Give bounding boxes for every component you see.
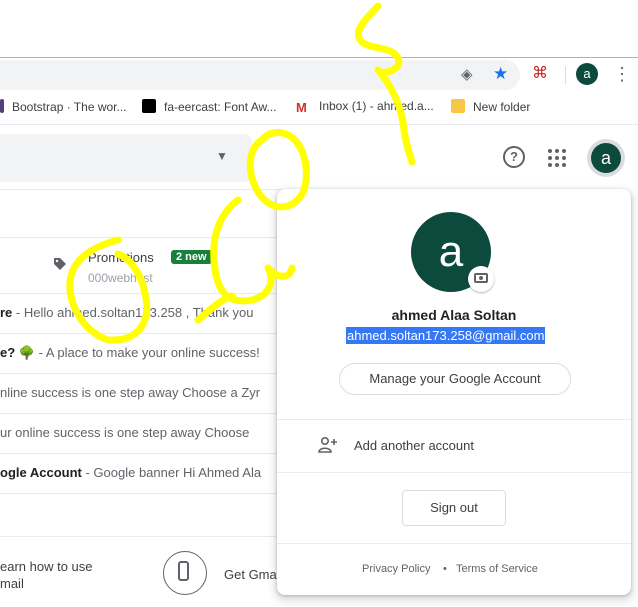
row-snippet: ur online success is one step away Choos… <box>0 425 250 440</box>
camera-lens <box>479 276 483 280</box>
divider <box>0 453 300 454</box>
account-avatar[interactable]: a <box>591 143 621 173</box>
privacy-policy-link[interactable]: Privacy Policy <box>362 563 430 575</box>
star-icon[interactable]: ★ <box>493 65 508 82</box>
divider <box>277 472 631 473</box>
get-gmail-link[interactable]: Get Gma <box>224 567 277 582</box>
manage-account-button[interactable]: Manage your Google Account <box>339 363 571 395</box>
apps-grid-icon[interactable] <box>548 149 566 167</box>
profile-avatar-icon[interactable]: a <box>576 63 598 85</box>
bookmark-font-awesome[interactable]: fa-eercast: Font Aw... <box>142 99 277 114</box>
row-sender: re <box>0 305 13 320</box>
divider <box>0 237 300 238</box>
view-icon[interactable]: ◈ <box>461 67 473 82</box>
row-sender: ogle Account <box>0 465 82 480</box>
table-row[interactable]: re - Hello ahmed.soltan173.258 , Thank y… <box>0 305 290 320</box>
add-account-button[interactable]: Add another account <box>354 438 474 453</box>
bookmark-label: New folder <box>473 100 531 114</box>
divider <box>0 536 300 537</box>
table-row[interactable]: ur online success is one step away Choos… <box>0 425 290 440</box>
divider <box>0 413 300 414</box>
add-person-icon <box>318 436 337 453</box>
row-snippet: - Hello ahmed.soltan173.258 , Thank you <box>12 305 254 320</box>
table-row[interactable]: e? 🌳 - A place to make your online succe… <box>0 345 290 361</box>
phone-glyph <box>178 561 189 581</box>
tree-icon: 🌳 <box>18 345 35 360</box>
search-bar[interactable] <box>0 134 252 182</box>
divider <box>277 419 631 420</box>
bookmark-bootstrap[interactable]: Bootstrap · The wor... <box>0 99 127 114</box>
learn-gmail-link[interactable]: earn how to use mail <box>0 558 93 592</box>
bookmark-new-folder[interactable]: New folder <box>451 99 530 114</box>
row-sender: e? <box>0 345 16 360</box>
divider <box>0 333 300 334</box>
terms-of-service-link[interactable]: Terms of Service <box>456 563 538 575</box>
bootstrap-icon <box>0 99 4 113</box>
divider <box>277 543 631 544</box>
tag-icon <box>54 258 66 270</box>
promotions-sender: 000webhost <box>88 271 153 285</box>
divider <box>0 293 300 294</box>
new-count-badge: 2 new <box>171 250 212 264</box>
bookmarks-bar: Bootstrap · The wor... fa-eercast: Font … <box>0 92 638 122</box>
table-row[interactable]: nline success is one step away Choose a … <box>0 385 290 400</box>
help-icon[interactable]: ? <box>503 146 525 168</box>
bookmark-label: Inbox (1) - ahmed.a... <box>319 99 434 113</box>
address-bar[interactable] <box>0 60 520 90</box>
footer-separator: • <box>443 563 447 575</box>
account-name: ahmed Alaa Soltan <box>391 307 517 323</box>
bookmark-label: fa-eercast: Font Aw... <box>164 100 277 114</box>
bookmark-label: Bootstrap · The wor... <box>12 100 127 114</box>
kebab-menu-icon[interactable]: ⋮ <box>613 64 631 85</box>
folder-icon <box>451 99 465 113</box>
flag-icon <box>142 99 156 113</box>
search-options-icon[interactable]: ▼ <box>216 149 228 163</box>
divider <box>0 189 300 190</box>
toolbar-separator <box>0 124 638 125</box>
row-snippet: - A place to make your online success! <box>34 345 260 360</box>
toolbar-divider <box>565 66 566 84</box>
window-divider <box>0 57 638 58</box>
promotions-label[interactable]: Promotions <box>88 250 154 265</box>
sign-out-button[interactable]: Sign out <box>402 490 506 526</box>
table-row[interactable]: ogle Account - Google banner Hi Ahmed Al… <box>0 465 290 480</box>
gmail-icon: M <box>296 100 307 115</box>
pdf-icon[interactable]: ⌘ <box>532 66 548 82</box>
row-snippet: nline success is one step away Choose a … <box>0 385 261 400</box>
learn-line-2: mail <box>0 576 24 591</box>
learn-line-1: earn how to use <box>0 559 93 574</box>
divider <box>0 493 300 494</box>
account-email: ahmed.soltan173.258@gmail.com <box>346 327 546 344</box>
bookmark-inbox[interactable]: M Inbox (1) - ahmed.a... <box>296 99 434 115</box>
divider <box>0 373 300 374</box>
row-snippet: - Google banner Hi Ahmed Ala <box>81 465 262 480</box>
